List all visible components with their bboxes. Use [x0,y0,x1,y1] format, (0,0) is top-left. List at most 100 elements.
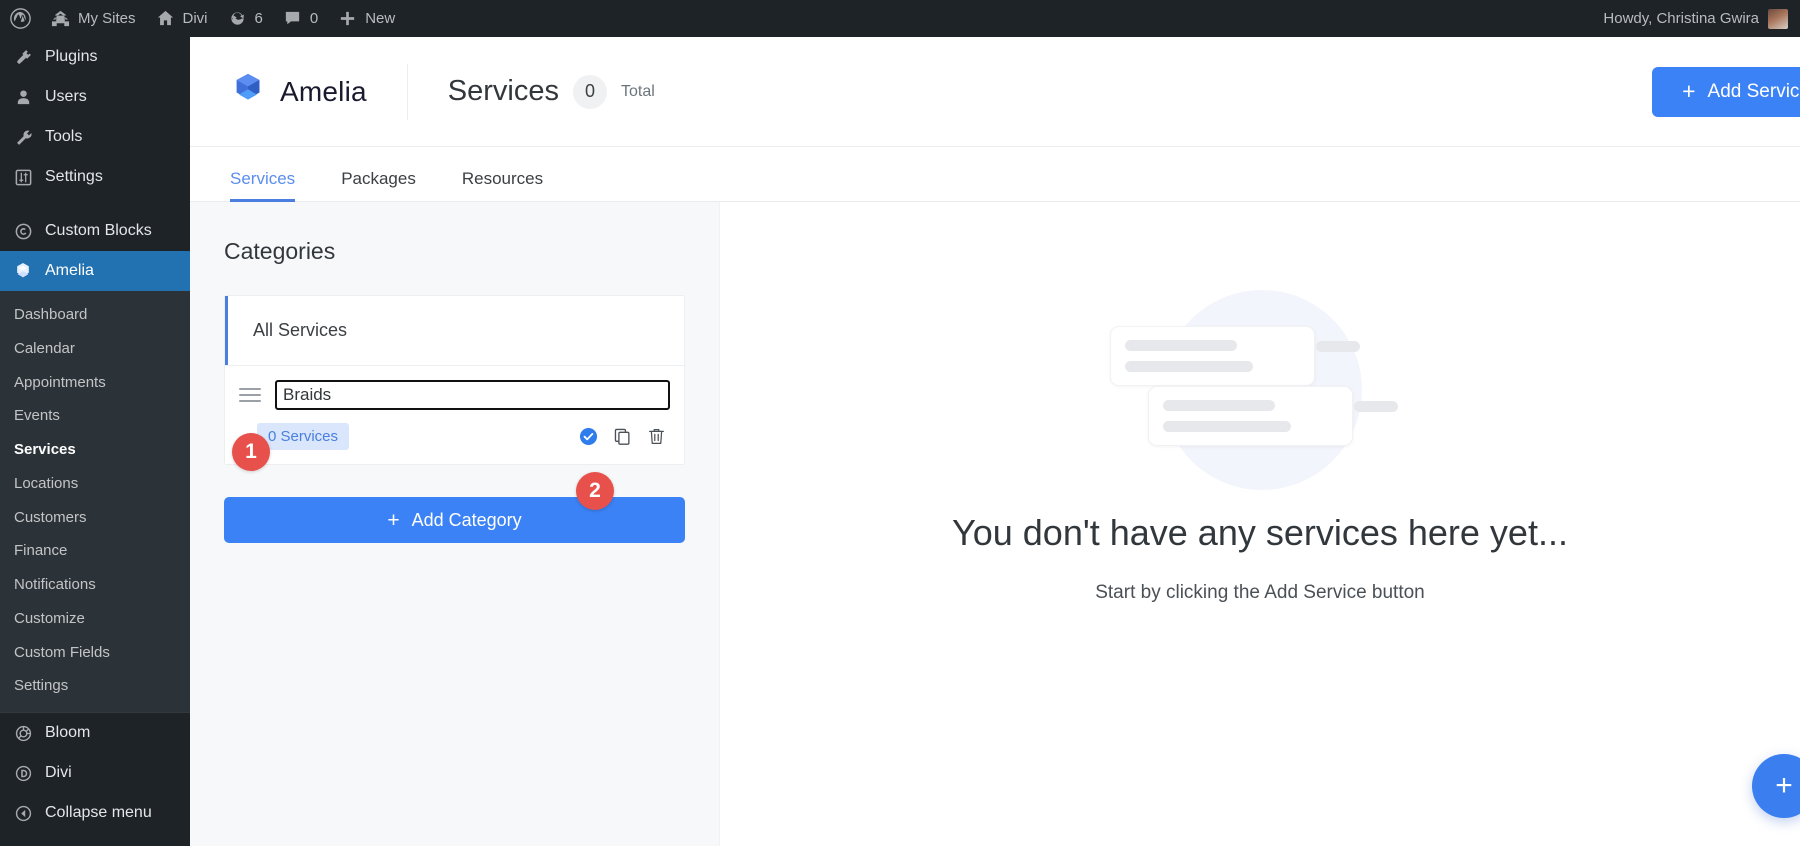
submenu-item-events[interactable]: Events [0,399,190,433]
amelia-logo-icon [230,71,266,112]
tab-packages[interactable]: Packages [341,169,416,201]
admin-bar-updates[interactable]: 6 [218,0,273,37]
submenu-item-settings[interactable]: Settings [0,669,190,703]
settings-sliders-icon [12,168,34,187]
admin-bar-wordpress-logo[interactable] [0,0,41,37]
category-item-editing: 0 Services [225,365,684,464]
duplicate-icon[interactable] [613,427,632,446]
custom-blocks-icon [12,222,34,241]
sidebar-item-tools[interactable]: Tools [0,117,190,157]
submenu-item-locations[interactable]: Locations [0,467,190,501]
wp-admin-bar: My Sites Divi 6 0 New Howdy, Christina G… [0,0,1800,37]
amelia-brand-name: Amelia [280,75,367,107]
sidebar-item-settings-label: Settings [45,168,103,185]
empty-state-subtitle: Start by clicking the Add Service button [1095,582,1425,603]
sidebar-item-settings[interactable]: Settings [0,157,190,197]
sidebar-item-amelia[interactable]: Amelia [0,251,190,291]
sidebar-item-bloom[interactable]: Bloom [0,713,190,753]
submenu-item-customize[interactable]: Customize [0,602,190,636]
submenu-item-appointments[interactable]: Appointments [0,366,190,400]
illustration-bar [1125,340,1237,351]
category-edit-row [239,380,670,410]
admin-bar-my-sites[interactable]: My Sites [41,0,146,37]
updates-icon [228,9,247,28]
sidebar-item-divi-label: Divi [45,764,72,781]
collapse-arrow-icon [12,804,34,823]
home-icon [156,9,175,28]
drag-handle-icon[interactable] [239,388,261,402]
sidebar-item-users[interactable]: Users [0,77,190,117]
submenu-item-notifications[interactable]: Notifications [0,568,190,602]
amelia-services-page: Amelia Services 0 Total + Add Service Se… [190,37,1800,846]
amelia-brand: Amelia [230,71,367,112]
sidebar-item-plugins-label: Plugins [45,48,98,65]
sidebar-item-custom-blocks-label: Custom Blocks [45,222,152,239]
sidebar-item-plugins[interactable]: Plugins [0,37,190,77]
submenu-item-calendar[interactable]: Calendar [0,332,190,366]
services-empty-state: You don't have any services here yet... … [720,202,1800,846]
comments-icon [283,9,302,28]
sidebar-item-divi[interactable]: Divi [0,753,190,793]
illustration-card-2 [1148,386,1398,446]
categories-panel-title: Categories [224,238,336,264]
plus-icon: + [1682,78,1696,104]
bloom-icon [12,724,34,743]
admin-bar-account[interactable]: Howdy, Christina Gwira [1603,8,1800,29]
categories-list: All Services 0 Services [224,295,685,465]
plus-icon [338,9,357,28]
confirm-check-icon[interactable] [579,427,598,446]
sidebar-item-amelia-label: Amelia [45,262,94,279]
admin-bar-howdy-label: Howdy, Christina Gwira [1603,10,1759,27]
add-service-button[interactable]: + Add Service [1652,66,1800,117]
wordpress-logo-icon [10,8,31,29]
services-count-badge: 0 [573,74,607,109]
header-divider [406,63,408,120]
sidebar-item-collapse-menu[interactable]: Collapse menu [0,793,190,833]
wrench-icon [12,128,34,147]
submenu-item-custom-fields[interactable]: Custom Fields [0,636,190,670]
submenu-item-customers[interactable]: Customers [0,501,190,535]
sidebar-item-bloom-label: Bloom [45,724,91,741]
category-actions [579,427,670,446]
wp-admin-sidebar: Plugins Users Tools Settings Custom Bloc… [0,37,190,846]
submenu-item-finance[interactable]: Finance [0,534,190,568]
categories-panel: Categories All Services 0 Services [190,202,720,846]
amelia-body: Categories All Services 0 Services [190,202,1800,846]
empty-state-title: You don't have any services here yet... [952,512,1568,553]
header-title-group: Services 0 Total [447,74,655,109]
category-name-input[interactable] [275,380,670,410]
amelia-submenu: Dashboard Calendar Appointments Events S… [0,291,190,712]
page-title: Services [447,75,559,107]
category-meta-row: 0 Services [239,423,670,450]
plus-icon: + [1775,769,1793,802]
submenu-item-dashboard[interactable]: Dashboard [0,298,190,332]
amelia-page-header: Amelia Services 0 Total + Add Service [190,37,1800,147]
admin-bar-my-sites-label: My Sites [78,10,136,27]
sidebar-item-custom-blocks[interactable]: Custom Blocks [0,211,190,251]
sidebar-divider-1 [0,197,190,211]
add-category-button[interactable]: + Add Category [224,497,685,543]
user-icon [12,88,34,107]
admin-bar-site-name-label: Divi [182,10,208,27]
tab-services[interactable]: Services [230,169,296,202]
add-service-button-label: Add Service [1707,80,1800,102]
amelia-tabs: Services Packages Resources [190,147,1800,202]
admin-bar-new-content[interactable]: New [328,0,405,37]
plus-icon: + [387,508,400,532]
admin-bar-comments[interactable]: 0 [273,0,328,37]
illustration-bar [1125,361,1253,372]
tab-resources[interactable]: Resources [462,169,543,201]
illustration-bar-side [1354,401,1398,412]
illustration-bar [1163,421,1291,432]
admin-bar-site-name[interactable]: Divi [146,0,218,37]
submenu-item-services[interactable]: Services [0,433,190,467]
amelia-logo-icon [12,261,34,281]
illustration-bar [1163,400,1275,411]
category-item-all-services[interactable]: All Services [225,296,684,365]
admin-bar-new-label: New [365,10,396,27]
add-category-button-label: Add Category [411,509,522,530]
plugin-icon [12,48,34,67]
illustration-card-1 [1110,326,1360,386]
delete-trash-icon[interactable] [647,427,666,446]
services-count-label: Total [621,82,655,100]
